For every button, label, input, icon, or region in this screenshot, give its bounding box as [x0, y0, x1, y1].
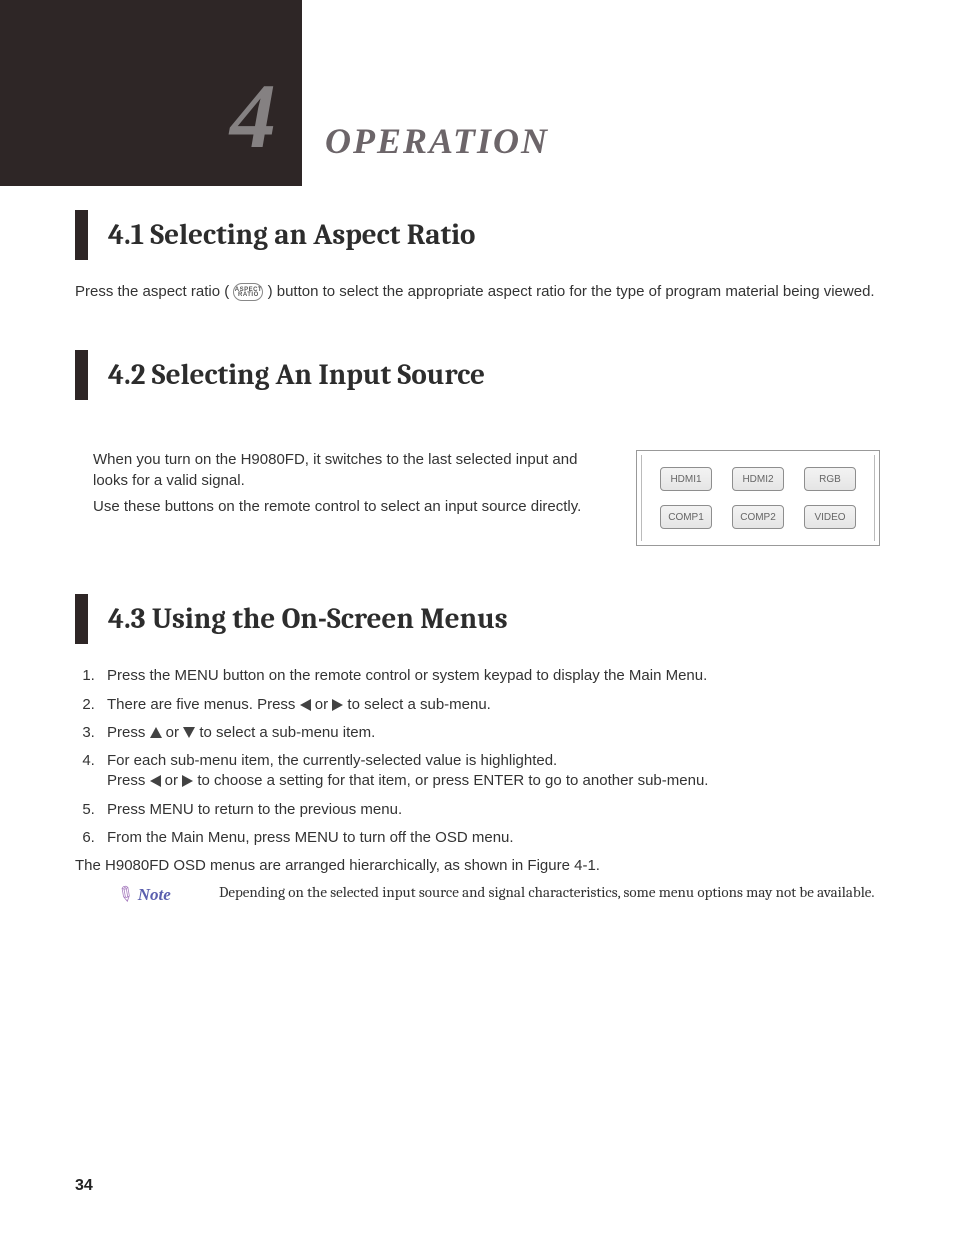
- text-fragment: to select a sub-menu item.: [195, 724, 375, 741]
- remote-button-comp1: COMP1: [660, 505, 712, 529]
- remote-button-rgb: RGB: [804, 467, 856, 491]
- arrow-down-icon: [183, 727, 195, 738]
- arrow-right-icon: [182, 775, 193, 787]
- chapter-number: 4: [230, 70, 276, 162]
- list-item: There are five menus. Press or to select…: [99, 695, 880, 715]
- text-fragment: or: [161, 772, 183, 789]
- note-label: Note: [138, 885, 171, 905]
- section-4-3: 4.3 Using the On-Screen Menus Press the …: [75, 594, 880, 907]
- list-item: Press the MENU button on the remote cont…: [99, 666, 880, 686]
- remote-button-comp2: COMP2: [732, 505, 784, 529]
- aspect-ratio-button-icon: ASPECT RATIO: [233, 283, 263, 301]
- arrow-up-icon: [150, 727, 162, 738]
- remote-button-hdmi1: HDMI1: [660, 467, 712, 491]
- arrow-left-icon: [300, 699, 311, 711]
- note-icon: ✎ Note: [117, 882, 199, 907]
- paragraph: Use these buttons on the remote control …: [93, 497, 616, 517]
- page-content: 4.1 Selecting an Aspect Ratio Press the …: [75, 210, 880, 907]
- heading-bar: [75, 350, 88, 400]
- text-fragment: There are five menus. Press: [107, 696, 300, 713]
- list-item: For each sub-menu item, the currently-se…: [99, 751, 880, 792]
- remote-button-hdmi2: HDMI2: [732, 467, 784, 491]
- heading-bar: [75, 210, 88, 260]
- page-number: 34: [75, 1177, 93, 1195]
- list-item: Press or to select a sub-menu item.: [99, 723, 880, 743]
- list-item: From the Main Menu, press MENU to turn o…: [99, 828, 880, 848]
- section-title: 4.3 Using the On-Screen Menus: [108, 603, 508, 636]
- section-4-1-text: Press the aspect ratio ( ASPECT RATIO ) …: [75, 282, 880, 302]
- arrow-right-icon: [332, 699, 343, 711]
- remote-button-video: VIDEO: [804, 505, 856, 529]
- closing-text: The H9080FD OSD menus are arranged hiera…: [75, 856, 880, 876]
- steps-list: Press the MENU button on the remote cont…: [75, 666, 880, 848]
- text-fragment: Press: [107, 772, 150, 789]
- text-fragment: or: [162, 724, 184, 741]
- text-fragment: to choose a setting for that item, or pr…: [193, 772, 708, 789]
- section-4-2-text: When you turn on the H9080FD, it switche…: [75, 450, 616, 523]
- chapter-title: OPERATION: [325, 120, 549, 162]
- pencil-icon: ✎: [111, 880, 139, 910]
- text-fragment: For each sub-menu item, the currently-se…: [107, 752, 557, 769]
- section-heading-4-1: 4.1 Selecting an Aspect Ratio: [75, 210, 880, 260]
- text-fragment: Press the aspect ratio (: [75, 283, 233, 300]
- heading-bar: [75, 594, 88, 644]
- section-title: 4.1 Selecting an Aspect Ratio: [108, 219, 475, 252]
- paragraph: When you turn on the H9080FD, it switche…: [93, 450, 616, 491]
- section-heading-4-3: 4.3 Using the On-Screen Menus: [75, 594, 880, 644]
- arrow-left-icon: [150, 775, 161, 787]
- aspect-label-2: RATIO: [238, 293, 259, 298]
- section-title: 4.2 Selecting An Input Source: [108, 359, 485, 392]
- note-text: Depending on the selected input source a…: [219, 882, 880, 904]
- section-4-2: 4.2 Selecting An Input Source When you t…: [75, 350, 880, 546]
- section-4-1: 4.1 Selecting an Aspect Ratio Press the …: [75, 210, 880, 302]
- section-heading-4-2: 4.2 Selecting An Input Source: [75, 350, 880, 400]
- text-fragment: ) button to select the appropriate aspec…: [268, 283, 875, 300]
- text-fragment: Press: [107, 724, 150, 741]
- note-block: ✎ Note Depending on the selected input s…: [75, 882, 880, 907]
- text-fragment: or: [311, 696, 333, 713]
- text-fragment: to select a sub-menu.: [343, 696, 491, 713]
- list-item: Press MENU to return to the previous men…: [99, 800, 880, 820]
- remote-input-diagram: HDMI1 HDMI2 RGB COMP1 COMP2 VIDEO: [636, 450, 880, 546]
